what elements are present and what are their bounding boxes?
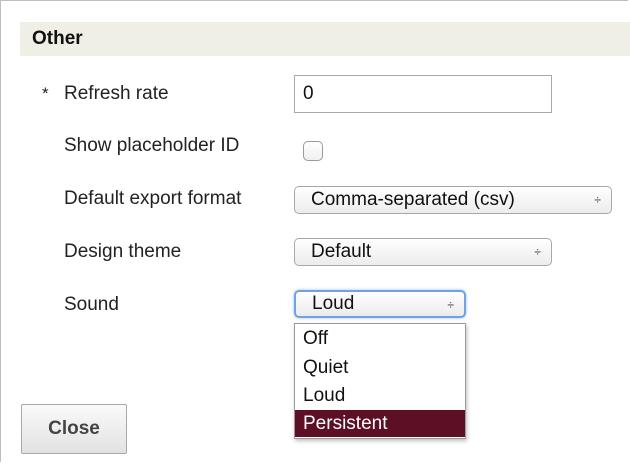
sound-value: Loud bbox=[312, 293, 355, 314]
refresh-rate-label: Refresh rate bbox=[64, 83, 169, 104]
design-theme-label: Design theme bbox=[64, 241, 182, 262]
show-placeholder-id-checkbox[interactable] bbox=[303, 141, 323, 161]
close-button[interactable]: Close bbox=[21, 404, 127, 454]
sound-select[interactable]: Loud ÷ bbox=[294, 290, 466, 318]
design-theme-value: Default bbox=[311, 241, 372, 262]
design-theme-select[interactable]: Default ÷ bbox=[294, 238, 552, 266]
sound-option-quiet[interactable]: Quiet bbox=[295, 354, 465, 381]
section-header-other: Other bbox=[20, 22, 630, 56]
default-export-format-label: Default export format bbox=[64, 188, 242, 209]
default-export-format-select[interactable]: Comma-separated (csv) ÷ bbox=[294, 186, 612, 214]
sound-option-off[interactable]: Off bbox=[295, 325, 465, 352]
sound-label: Sound bbox=[64, 294, 119, 315]
sound-option-loud[interactable]: Loud bbox=[295, 382, 465, 409]
select-arrows-icon: ÷ bbox=[594, 193, 601, 207]
select-arrows-icon: ÷ bbox=[447, 298, 454, 312]
required-asterisk: * bbox=[42, 84, 49, 103]
refresh-rate-input[interactable]: 0 bbox=[294, 75, 552, 113]
default-export-format-value: Comma-separated (csv) bbox=[311, 189, 515, 210]
select-arrows-icon: ÷ bbox=[534, 245, 541, 259]
show-placeholder-id-label: Show placeholder ID bbox=[64, 135, 240, 156]
sound-dropdown-list: Off Quiet Loud Persistent bbox=[294, 323, 466, 439]
sound-option-persistent[interactable]: Persistent bbox=[295, 410, 465, 437]
